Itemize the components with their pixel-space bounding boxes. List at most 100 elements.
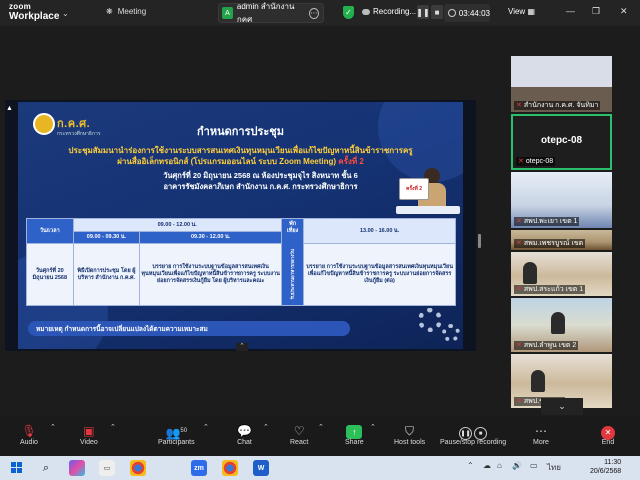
zoom-window: zoom Workplace ⌄ ❋ Meeting A admin สำนัก…: [0, 0, 640, 480]
share-button[interactable]: ↑ Share: [345, 423, 364, 446]
zoom-brand[interactable]: zoom Workplace: [9, 2, 59, 22]
mic-muted-icon: ✕: [518, 158, 524, 165]
restore-icon[interactable]: ❐: [592, 6, 600, 17]
host-tab[interactable]: A admin สำนักงาน กคศ ⋯: [218, 2, 324, 24]
participant-label: ✕ สพป.ลำพูน เขต 2: [514, 341, 579, 350]
close-icon: ✕: [601, 426, 615, 440]
pause-recording-button[interactable]: ❚❚: [416, 5, 430, 19]
system-clock[interactable]: 11:30 20/6/2568: [590, 458, 621, 476]
slot2-header: 09.30 - 12.00 น.: [139, 231, 282, 244]
more-label: More: [533, 439, 549, 446]
stop-recording-button[interactable]: ■: [431, 5, 443, 19]
title-bar: zoom Workplace ⌄ ❋ Meeting A admin สำนัก…: [0, 0, 640, 26]
view-button[interactable]: View ▦: [508, 7, 535, 16]
participant-label: ✕ สำนักงาน ก.ค.ศ. จันทิมา: [514, 101, 601, 110]
participant-tile[interactable]: ✕ สพป.สระแก้ว เขต 1: [511, 252, 612, 296]
more-options-icon[interactable]: ⋯: [308, 7, 320, 19]
recording-label: Recording...: [373, 7, 417, 16]
chrome-icon[interactable]: [222, 460, 238, 476]
participant-tile[interactable]: ✕ สพป.ลำพูน เขต 2: [511, 298, 612, 352]
slide-subtitle: ประชุมสัมมนานำร่องการใช้งานระบบสารสนเทศเ…: [18, 145, 463, 167]
video-button[interactable]: ▣ Video: [80, 423, 98, 446]
chevron-down-icon[interactable]: ⌄: [541, 398, 583, 415]
shared-screen[interactable]: ▲ ก.ค.ศ. กระทรวงศึกษาธิการ กำหนดการประชุ…: [5, 100, 476, 351]
person-figure: [531, 370, 545, 392]
subtitle-line1: ประชุมสัมมนานำร่องการใช้งานระบบสารสนเทศเ…: [68, 146, 413, 155]
cloud-icon[interactable]: ☁: [483, 461, 491, 470]
zoom-app-icon[interactable]: zm: [191, 460, 207, 476]
participant-tile[interactable]: ✕ สพม.เพชรบูรณ์ เขต: [511, 230, 612, 250]
break-line2: เที่ยง: [286, 228, 299, 235]
battery-icon[interactable]: ▭: [530, 461, 538, 470]
participant-name: สำนักงาน ก.ค.ศ. จันทิมา: [523, 102, 599, 109]
afternoon-header: 13.00 - 16.00 น.: [303, 218, 456, 244]
video-off-icon: ▣: [83, 424, 95, 438]
chat-label: Chat: [237, 439, 252, 446]
windows-start-icon[interactable]: [11, 462, 22, 473]
audio-label: Audio: [20, 439, 38, 446]
chevron-up-icon[interactable]: ⌃: [370, 423, 376, 431]
person-figure: [523, 262, 537, 284]
host-tools-label: Host tools: [394, 439, 426, 446]
share-icon: ↑: [346, 425, 363, 439]
pause-stop-recording-button[interactable]: ❚❚ ■ Pause/stop recording: [440, 423, 506, 446]
shield-icon[interactable]: ✓: [343, 6, 354, 19]
copilot-icon[interactable]: [69, 460, 85, 476]
more-button[interactable]: ⋯ More: [533, 423, 549, 446]
morning-header: 09.00 - 12.00 น.: [72, 218, 282, 232]
mic-muted-icon: ✕: [516, 240, 522, 247]
chat-icon: 💬: [237, 424, 252, 438]
chevron-up-icon[interactable]: ⌃: [467, 461, 474, 470]
minimize-icon[interactable]: —: [566, 6, 575, 16]
react-label: React: [290, 439, 309, 446]
mic-muted-icon: ✕: [516, 218, 522, 225]
file-explorer-icon[interactable]: ▭: [99, 460, 115, 476]
afternoon-cell: บรรยาย การใช้งานระบบฐานข้อมูลสารสนเทศเงิ…: [303, 243, 456, 306]
chevron-up-icon[interactable]: ⌃: [318, 423, 324, 431]
end-button[interactable]: ✕ End: [601, 423, 615, 446]
person-figure: [551, 312, 565, 334]
participants-button[interactable]: 👥50 Participants: [158, 423, 195, 446]
gear-icon: [442, 324, 460, 342]
host-tab-label: admin สำนักงาน กคศ: [236, 2, 295, 24]
chevron-up-icon[interactable]: ⌃: [110, 423, 116, 431]
more-icon: ⋯: [534, 424, 547, 438]
participant-label: ✕ otepc-08: [516, 157, 556, 166]
slot1-header: 09.00 - 09.30 น.: [72, 231, 141, 244]
chevron-up-icon[interactable]: ⌃: [263, 423, 269, 431]
panel-resize-handle[interactable]: [478, 234, 481, 248]
participant-tile[interactable]: ✕ สำนักงาน ก.ค.ศ. จันทิมา: [511, 56, 612, 112]
close-icon[interactable]: ✕: [620, 6, 628, 17]
chrome-icon[interactable]: [130, 460, 146, 476]
clock-icon: [448, 9, 456, 17]
react-button[interactable]: ♡ React: [290, 423, 308, 446]
participant-label: ✕ สพป.สระแก้ว เขต 1: [514, 285, 586, 294]
chevron-up-icon[interactable]: ⌃: [236, 343, 248, 351]
presenter-desk: [396, 206, 460, 214]
mic-muted-icon: ✕: [516, 342, 522, 349]
word-app-icon[interactable]: W: [253, 460, 269, 476]
clock-date: 20/6/2568: [590, 468, 622, 475]
presentation-slide: ก.ค.ศ. กระทรวงศึกษาธิการ กำหนดการประชุม …: [18, 102, 463, 349]
meeting-tab[interactable]: ❋ Meeting: [106, 7, 146, 16]
language-indicator[interactable]: ไทย: [547, 461, 561, 474]
recording-indicator[interactable]: Recording...: [362, 7, 416, 16]
end-label: End: [601, 439, 615, 446]
volume-icon[interactable]: 🔊: [512, 461, 522, 470]
col-date-header: วัน/เวลา: [26, 218, 74, 244]
search-icon[interactable]: ⌕: [38, 460, 54, 476]
network-icon[interactable]: ⌂: [497, 461, 502, 470]
participant-big-name: otepc-08: [540, 135, 583, 146]
chevron-up-icon[interactable]: ⌃: [203, 423, 209, 431]
participant-tile[interactable]: ✕ สพป.พะเยา เขต 1: [511, 172, 612, 228]
host-tools-button[interactable]: ⛉ Host tools: [394, 423, 425, 446]
lunch-break-column: พัก เที่ยง รับประทานอาหารกลางวัน: [280, 218, 305, 306]
participant-tile-active[interactable]: otepc-08 ✕ otepc-08: [511, 114, 612, 170]
chevron-up-icon[interactable]: ⌃: [50, 423, 56, 431]
chevron-down-icon[interactable]: ⌄: [62, 9, 69, 18]
chat-button[interactable]: 💬 Chat: [237, 423, 252, 446]
cloud-icon: [362, 8, 370, 15]
participant-label: ✕ สพม.เพชรบูรณ์ เขต: [514, 239, 586, 248]
host-avatar: A: [222, 7, 233, 19]
audio-button[interactable]: 🎙 Audio: [20, 423, 38, 446]
